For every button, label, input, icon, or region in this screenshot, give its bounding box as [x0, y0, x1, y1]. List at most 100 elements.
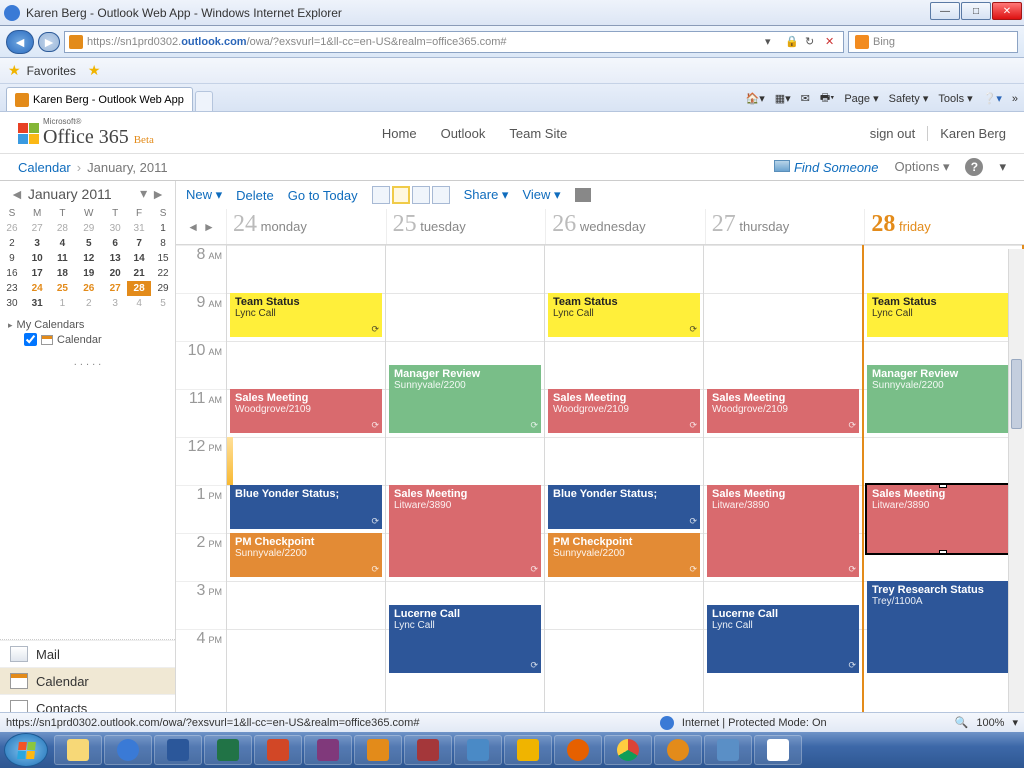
taskbar-lync[interactable] [454, 735, 502, 765]
calendar-event[interactable]: Sales MeetingWoodgrove/2109⟳ [548, 389, 700, 433]
dp-day[interactable]: 31 [127, 221, 151, 236]
day-header[interactable]: 27 thursday [705, 209, 865, 244]
dp-month-dropdown[interactable]: ▾ [140, 185, 147, 202]
calendar-event[interactable]: Manager ReviewSunnyvale/2200⟳ [389, 365, 541, 433]
dp-day[interactable]: 5 [74, 236, 103, 251]
close-button[interactable]: ✕ [992, 2, 1022, 20]
dp-day[interactable]: 23 [0, 281, 24, 296]
view-workweek[interactable] [392, 186, 410, 204]
find-someone[interactable]: Find Someone [774, 160, 879, 175]
dp-day[interactable]: 26 [74, 281, 103, 296]
favorites-star-icon[interactable]: ★ [8, 62, 21, 79]
zoom-level[interactable]: 100% [976, 717, 1004, 729]
calendar-event[interactable]: Sales MeetingLitware/3890⟳ [707, 485, 859, 577]
nav-calendar[interactable]: Calendar [0, 667, 175, 694]
dp-day[interactable]: 11 [50, 251, 74, 266]
view-month[interactable] [432, 186, 450, 204]
taskbar-powerpoint[interactable] [254, 735, 302, 765]
print-icon[interactable]: 🖶▾ [820, 89, 834, 108]
calendar-event[interactable]: Team StatusLync Call⟳ [548, 293, 700, 337]
dropdown-icon[interactable]: ▾ [765, 35, 779, 49]
favorites-label[interactable]: Favorites [27, 64, 76, 78]
dp-day[interactable]: 28 [50, 221, 74, 236]
day-column[interactable]: Team StatusLync Call⟳Manager ReviewSunny… [862, 245, 1024, 748]
dp-day[interactable]: 6 [103, 236, 127, 251]
calendar-event[interactable]: PM CheckpointSunnyvale/2200⟳ [548, 533, 700, 577]
dp-day[interactable]: 21 [127, 266, 151, 281]
expand-icon[interactable]: » [1012, 93, 1018, 105]
taskbar-app2[interactable] [754, 735, 802, 765]
tools-menu[interactable]: Tools ▾ [938, 92, 972, 105]
dp-day[interactable]: 31 [24, 296, 51, 311]
nav-home[interactable]: Home [382, 126, 417, 141]
add-favorite-icon[interactable]: ★ [88, 62, 101, 79]
dp-day[interactable]: 20 [103, 266, 127, 281]
day-header[interactable]: 26 wednesday [545, 209, 705, 244]
zoom-icon[interactable]: 🔍 [955, 716, 969, 729]
taskbar-sharepoint[interactable] [354, 735, 402, 765]
dp-day[interactable]: 3 [24, 236, 51, 251]
dp-day[interactable]: 19 [74, 266, 103, 281]
calendar-checkbox[interactable] [24, 333, 37, 346]
taskbar-ie[interactable] [104, 735, 152, 765]
nav-mail[interactable]: Mail [0, 640, 175, 667]
calendar-event[interactable]: Team StatusLync Call⟳ [867, 293, 1019, 337]
calendar-event[interactable]: Trey Research StatusTrey/1100A⟳ [867, 581, 1019, 673]
dp-day[interactable]: 30 [103, 221, 127, 236]
nav-outlook[interactable]: Outlook [441, 126, 486, 141]
browser-tab[interactable]: Karen Berg - Outlook Web App [6, 87, 193, 111]
calendar-event[interactable]: Lucerne CallLync Call⟳ [389, 605, 541, 673]
dp-day[interactable]: 7 [127, 236, 151, 251]
back-button[interactable]: ◄ [6, 30, 34, 54]
taskbar-mediaplayer[interactable] [654, 735, 702, 765]
dp-day[interactable]: 3 [103, 296, 127, 311]
feeds-icon[interactable]: ▦▾ [775, 92, 791, 105]
dp-day[interactable]: 18 [50, 266, 74, 281]
calendar-event[interactable]: Sales MeetingLitware/3890⟳ [867, 485, 1019, 553]
calendar-event[interactable]: Team StatusLync Call⟳ [230, 293, 382, 337]
start-button[interactable] [4, 733, 48, 767]
goto-today-button[interactable]: Go to Today [288, 188, 358, 203]
dp-day[interactable]: 2 [74, 296, 103, 311]
taskbar-onenote[interactable] [304, 735, 352, 765]
dp-day[interactable]: 30 [0, 296, 24, 311]
dp-day[interactable]: 29 [151, 281, 175, 296]
help-icon[interactable]: ? [965, 158, 983, 176]
user-name[interactable]: Karen Berg [927, 126, 1006, 141]
dp-day[interactable]: 4 [50, 236, 74, 251]
nav-teamsite[interactable]: Team Site [509, 126, 567, 141]
vertical-scrollbar[interactable] [1008, 249, 1024, 748]
day-header[interactable]: 25 tuesday [386, 209, 546, 244]
calendar-grid[interactable]: 8 AM9 AM10 AM11 AM12 PM1 PM2 PM3 PM4 PM … [176, 245, 1024, 748]
dp-day[interactable]: 14 [127, 251, 151, 266]
splitter-grip[interactable]: . . . . . [0, 352, 175, 372]
day-column[interactable]: Sales MeetingWoodgrove/2109⟳Sales Meetin… [703, 245, 862, 748]
minimize-button[interactable]: — [930, 2, 960, 20]
stop-icon[interactable]: ✕ [825, 35, 839, 49]
mail-icon[interactable]: ✉ [801, 92, 810, 105]
dp-day[interactable]: 1 [50, 296, 74, 311]
home-icon[interactable]: 🏠▾ [746, 92, 765, 105]
my-calendars-folder[interactable]: My Calendars [8, 317, 167, 333]
dp-day[interactable]: 16 [0, 266, 24, 281]
sign-out-link[interactable]: sign out [870, 126, 916, 141]
address-bar[interactable]: https://sn1prd0302.outlook.com/owa/?exsv… [64, 31, 844, 53]
taskbar-access[interactable] [404, 735, 452, 765]
prev-week[interactable]: ◄ [187, 220, 199, 234]
taskbar-app1[interactable] [704, 735, 752, 765]
dp-day[interactable]: 27 [103, 281, 127, 296]
day-header[interactable]: 24 monday [226, 209, 386, 244]
refresh-icon[interactable]: ↻ [805, 35, 819, 49]
view-menu[interactable]: View ▾ [522, 187, 560, 203]
delete-button[interactable]: Delete [236, 188, 274, 203]
day-header[interactable]: 28 friday [864, 209, 1024, 244]
new-tab-button[interactable] [195, 91, 213, 111]
taskbar-outlook[interactable] [504, 735, 552, 765]
prev-month[interactable]: ◄ [6, 186, 28, 202]
taskbar-chrome[interactable] [604, 735, 652, 765]
dp-day[interactable]: 4 [127, 296, 151, 311]
help-icon[interactable]: ❔▾ [983, 92, 1002, 105]
calendar-event[interactable]: Lucerne CallLync Call⟳ [707, 605, 859, 673]
calendar-event[interactable]: Blue Yonder Status;⟳ [548, 485, 700, 529]
day-column[interactable]: Team StatusLync Call⟳Sales MeetingWoodgr… [226, 245, 385, 748]
